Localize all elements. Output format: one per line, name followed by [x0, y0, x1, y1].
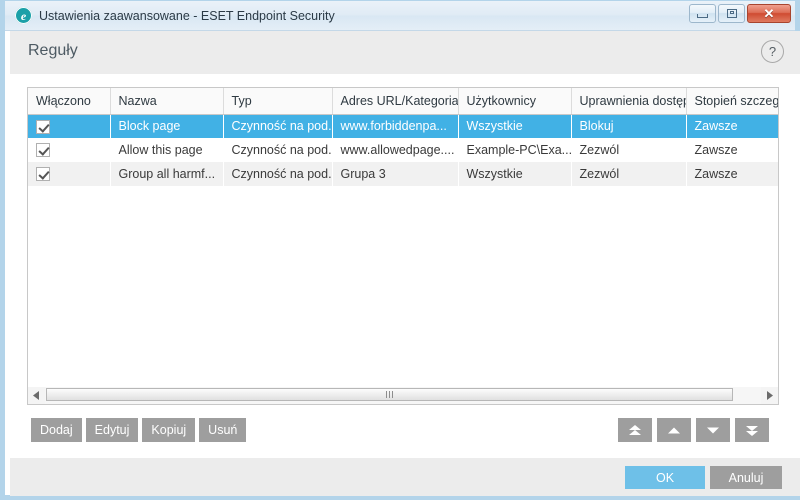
maximize-button[interactable] [718, 4, 745, 23]
table-row[interactable]: Allow this page Czynność na pod... www.a… [28, 138, 778, 162]
window-controls: ✕ [689, 4, 791, 23]
page-title: Reguły [28, 42, 78, 59]
row-url-cell: www.allowedpage.... [332, 138, 458, 162]
row-detail-cell: Zawsze [686, 114, 778, 138]
table-row[interactable]: Group all harmf... Czynność na pod... Gr… [28, 162, 778, 186]
row-type-cell: Czynność na pod... [223, 114, 332, 138]
minimize-icon [697, 13, 708, 18]
reorder-toolbar [618, 418, 769, 442]
table-row[interactable]: Block page Czynność na pod... www.forbid… [28, 114, 778, 138]
help-icon[interactable]: ? [761, 40, 784, 63]
row-name-cell: Allow this page [110, 138, 223, 162]
ok-button[interactable]: OK [625, 466, 705, 489]
scroll-right-arrow-icon[interactable] [761, 387, 778, 404]
row-users-cell: Example-PC\Exa... [458, 138, 571, 162]
scroll-left-arrow-icon[interactable] [28, 387, 45, 404]
title-bar: e Ustawienia zaawansowane - ESET Endpoin… [5, 1, 795, 31]
table-body: Block page Czynność na pod... www.forbid… [28, 114, 778, 186]
maximize-icon [726, 9, 737, 18]
row-type-cell: Czynność na pod... [223, 138, 332, 162]
scrollbar-grip-icon [386, 391, 394, 398]
move-up-button[interactable] [657, 418, 691, 442]
row-type-cell: Czynność na pod... [223, 162, 332, 186]
rules-table: Włączono Nazwa Typ Adres URL/Kategoria U… [28, 88, 778, 186]
edit-button[interactable]: Edytuj [85, 418, 139, 442]
row-name-cell: Block page [110, 114, 223, 138]
column-header-users[interactable]: Użytkownicy [458, 88, 572, 115]
advanced-setup-window: e Ustawienia zaawansowane - ESET Endpoin… [0, 0, 800, 500]
table-header-row: Włączono Nazwa Typ Adres URL/Kategoria U… [28, 88, 778, 115]
double-chevron-up-icon [629, 424, 641, 435]
row-permission-cell: Zezwól [571, 138, 686, 162]
move-to-bottom-button[interactable] [735, 418, 769, 442]
row-detail-cell: Zawsze [686, 162, 778, 186]
row-users-cell: Wszystkie [458, 162, 571, 186]
row-permission-cell: Blokuj [571, 114, 686, 138]
chevron-up-icon [668, 427, 680, 433]
row-enabled-cell [28, 138, 110, 162]
chevron-down-icon [707, 427, 719, 433]
window-title: Ustawienia zaawansowane - ESET Endpoint … [39, 8, 335, 23]
move-down-button[interactable] [696, 418, 730, 442]
row-detail-cell: Zawsze [686, 138, 778, 162]
eset-e-logo-icon: e [15, 7, 32, 24]
row-name-cell: Group all harmf... [110, 162, 223, 186]
title-bar-left: e Ustawienia zaawansowane - ESET Endpoin… [15, 1, 335, 30]
minimize-button[interactable] [689, 4, 716, 23]
table-header: Włączono Nazwa Typ Adres URL/Kategoria U… [28, 88, 778, 115]
scrollbar-track[interactable] [45, 387, 761, 404]
dialog-footer: OK Anuluj [10, 458, 800, 496]
add-button[interactable]: Dodaj [31, 418, 82, 442]
column-header-enabled[interactable]: Włączono [28, 88, 111, 115]
row-url-cell: www.forbiddenpa... [332, 114, 458, 138]
delete-button[interactable]: Usuń [199, 418, 247, 442]
row-enabled-cell [28, 114, 110, 138]
column-header-type[interactable]: Typ [223, 88, 333, 115]
close-icon: ✕ [763, 6, 775, 21]
content-area: Włączono Nazwa Typ Adres URL/Kategoria U… [10, 74, 800, 458]
row-enabled-cell [28, 162, 110, 186]
rules-table-container: Włączono Nazwa Typ Adres URL/Kategoria U… [27, 87, 779, 400]
cancel-button[interactable]: Anuluj [710, 466, 782, 489]
page-header: Reguły ? [10, 31, 800, 74]
move-to-top-button[interactable] [618, 418, 652, 442]
column-header-url[interactable]: Adres URL/Kategoria [332, 88, 459, 115]
enabled-checkbox[interactable] [36, 143, 50, 158]
row-users-cell: Wszystkie [458, 114, 571, 138]
footer-buttons: OK Anuluj [625, 466, 782, 489]
close-button[interactable]: ✕ [747, 4, 791, 23]
column-header-detail[interactable]: Stopień szczegół [686, 88, 778, 115]
rule-actions-toolbar: Dodaj Edytuj Kopiuj Usuń [31, 418, 247, 442]
row-url-cell: Grupa 3 [332, 162, 458, 186]
enabled-checkbox[interactable] [36, 119, 50, 134]
enabled-checkbox[interactable] [36, 167, 50, 182]
column-header-name[interactable]: Nazwa [110, 88, 224, 115]
double-chevron-down-icon [746, 425, 758, 436]
row-permission-cell: Zezwól [571, 162, 686, 186]
copy-button[interactable]: Kopiuj [142, 418, 196, 442]
column-header-permission[interactable]: Uprawnienia dostępu [571, 88, 687, 115]
horizontal-scrollbar[interactable] [27, 387, 779, 405]
scrollbar-thumb[interactable] [46, 388, 734, 401]
